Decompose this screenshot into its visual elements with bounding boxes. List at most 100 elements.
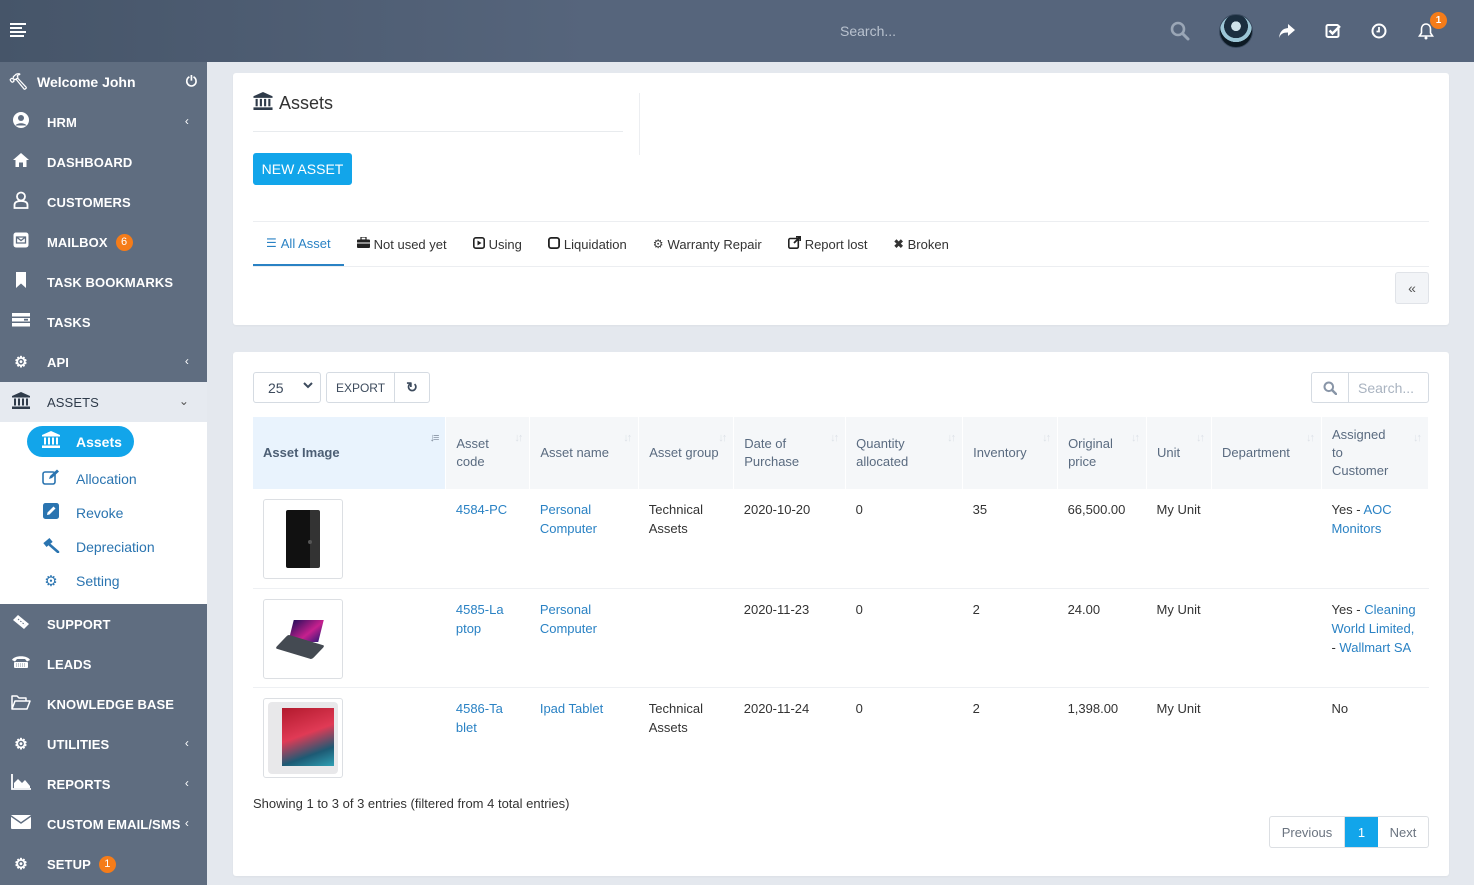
sidebar-item-reports[interactable]: REPORTS ‹ [0,764,207,804]
submenu-item-setting[interactable]: ⚙︎ Setting [0,564,207,598]
column-label: Date of Purchase [744,436,800,469]
assets-table-card: 25 EXPORT ↻ Asset Image ↓≡ Asset code ↓↑ A… [233,352,1449,876]
gear-icon: ⚙︎ [652,237,664,251]
submenu-item-revoke[interactable]: Revoke [0,496,207,530]
page-length-select[interactable]: 25 [253,372,321,403]
chevron-left-icon: ‹ [184,354,189,368]
submenu-item-depreciation[interactable]: Depreciation [0,530,207,564]
welcome-text: Welcome John [37,74,136,90]
column-label: Asset group [649,445,719,460]
chevron-down-icon [303,381,313,392]
refresh-button[interactable]: ↻ [395,373,429,402]
asset-code-link[interactable]: 4586-Tablet [456,699,506,737]
folder-open-icon [11,694,31,714]
assigned-to-customer: Yes - Cleaning World Limited, - Wallmart … [1321,587,1429,687]
column-header-department[interactable]: Department ↓↑ [1211,417,1322,489]
tab-warranty-repair[interactable]: ⚙︎ Warranty Repair [640,222,775,266]
menu-icon[interactable] [10,23,26,37]
sidebar-item-label: LEADS [47,656,92,672]
sidebar-item-support[interactable]: SUPPORT [0,604,207,644]
asset-thumbnail-tablet[interactable] [263,697,343,778]
column-label: Asset Image [263,445,340,460]
sidebar-item-mailbox[interactable]: MAILBOX 6 [0,222,207,262]
submenu-item-allocation[interactable]: Allocation [0,462,207,496]
asset-name-link[interactable]: Personal Computer [540,502,597,536]
assigned-status: Yes - [1331,502,1364,517]
column-header-asset-code[interactable]: Asset code ↓↑ [445,417,531,489]
column-header-asset-name[interactable]: Asset name ↓↑ [529,417,640,489]
sidebar-item-dashboard[interactable]: DASHBOARD [0,142,207,182]
page-1-button[interactable]: 1 [1345,817,1378,847]
tab-using[interactable]: Using [460,222,535,266]
tab-label: Broken [907,236,949,252]
sidebar-item-label: SETUP [47,856,91,872]
collapse-button[interactable]: « [1395,272,1429,304]
table-row: 4585-Laptop Personal Computer 2020-11-23… [253,587,1429,687]
square-icon [547,236,560,252]
column-header-date-of-purchase[interactable]: Date of Purchase ↓↑ [733,417,847,489]
sidebar-item-setup[interactable]: ⚙︎ SETUP 1 [0,844,207,884]
global-search-input[interactable] [830,18,1160,44]
asset-image-cell [253,686,446,786]
column-header-asset-group[interactable]: Asset group ↓↑ [638,417,735,489]
inventory: 2 [962,686,1058,786]
sidebar-item-tasks[interactable]: TASKS [0,302,207,342]
tab-broken[interactable]: ✖ Broken [881,222,962,266]
column-header-quantity-allocated[interactable]: Quantity allocated ↓↑ [845,417,964,489]
column-header-unit[interactable]: Unit ↓↑ [1146,417,1212,489]
avatar[interactable] [1219,14,1253,48]
sidebar-item-api[interactable]: ⚙︎ API ‹ [0,342,207,382]
share-icon[interactable] [1274,18,1300,44]
column-label: Inventory [973,445,1027,460]
column-label: Asset code [456,436,489,469]
sidebar-item-knowledge-base[interactable]: KNOWLEDGE BASE [0,684,207,724]
search-icon[interactable] [1312,373,1349,402]
search-icon[interactable] [1167,18,1193,44]
asset-image-cell [253,489,446,588]
assigned-status: Yes - [1331,601,1365,617]
next-page-button[interactable]: Next [1378,817,1428,847]
asset-thumbnail-desktop[interactable] [263,499,343,579]
column-header-original-price[interactable]: Original price ↓↑ [1057,417,1148,489]
sort-icon: ↓↑ [1413,432,1422,444]
new-asset-button[interactable]: NEW ASSET [253,153,352,185]
chevron-left-icon: ‹ [184,776,189,790]
tab-report-lost[interactable]: Report lost [775,222,881,266]
asset-name-link[interactable]: Personal Computer [540,602,597,636]
external-link-icon [787,235,801,252]
power-icon[interactable]: ⏻ [186,73,197,90]
inventory: 35 [972,502,988,517]
clock-icon[interactable] [1366,18,1392,44]
asset-code-link[interactable]: 4584-PC [456,502,507,517]
export-button[interactable]: EXPORT [327,373,395,402]
assigned-to-customer: Yes - AOC Monitors [1321,489,1428,588]
customer-link[interactable]: Wallmart SA [1339,640,1411,655]
column-header-inventory[interactable]: Inventory ↓↑ [962,417,1059,489]
purchase-date: 2020-11-23 [733,587,846,687]
previous-page-button[interactable]: Previous [1270,817,1345,847]
tablet-image [268,701,338,774]
asset-name-link[interactable]: Ipad Tablet [540,701,603,716]
sidebar-item-assets[interactable]: ASSETS ⌄ [0,382,207,422]
sidebar-item-task-bookmarks[interactable]: TASK BOOKMARKS [0,262,207,302]
column-header-assigned-to-customer[interactable]: Assigned to Customer ↓↑ [1321,417,1430,489]
pagination: Previous 1 Next [1269,816,1429,848]
table-search-input[interactable] [1349,373,1427,402]
tab-all-asset[interactable]: ☰ All Asset [253,222,344,266]
sidebar-item-leads[interactable]: LEADS [0,644,207,684]
table-info: Showing 1 to 3 of 3 entries (filtered fr… [253,796,570,811]
sidebar-item-customers[interactable]: CUSTOMERS [0,182,207,222]
setup-badge: 1 [98,855,116,873]
tab-liquidation[interactable]: Liquidation [535,222,640,266]
sidebar-item-utilities[interactable]: ⚙︎ UTILITIES ‹ [0,724,207,764]
tab-not-used-yet[interactable]: Not used yet [344,222,460,266]
asset-image-cell [253,587,446,687]
asset-thumbnail-laptop[interactable] [263,598,343,679]
asset-code-link[interactable]: 4585-Laptop [456,600,506,638]
submenu-item-assets[interactable]: Assets [27,426,134,457]
column-header-asset-image[interactable]: Asset Image ↓≡ [253,417,447,489]
chevron-left-icon: ‹ [184,816,189,830]
sidebar-item-custom-email-sms[interactable]: CUSTOM EMAIL/SMS ‹ [0,804,207,844]
sidebar-item-hrm[interactable]: HRM ‹ [0,102,207,142]
checkbox-icon[interactable] [1320,18,1346,44]
